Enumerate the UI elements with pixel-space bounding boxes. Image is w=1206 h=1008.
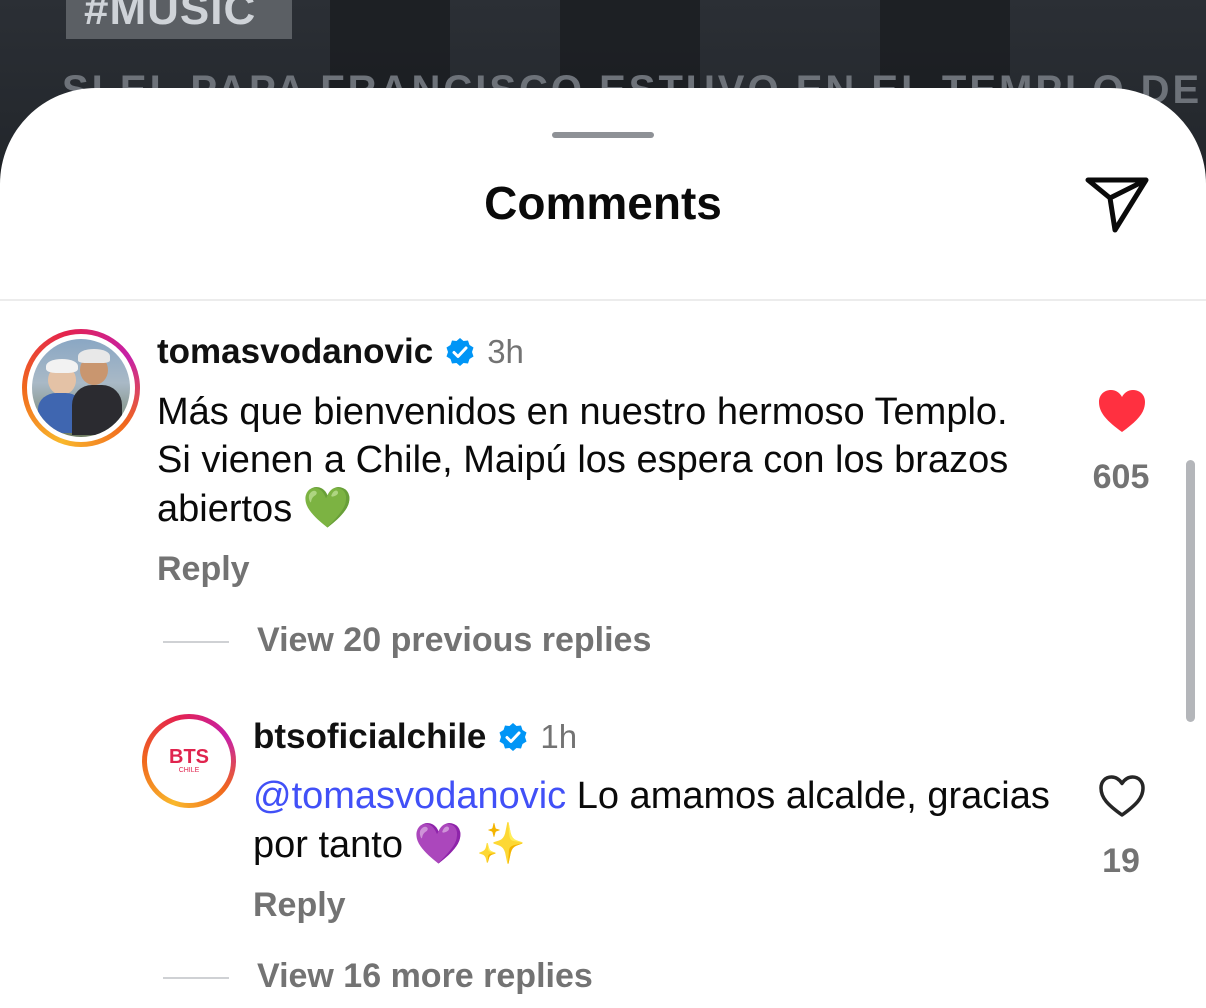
heart-outline-icon[interactable]	[1097, 773, 1147, 819]
reply-button[interactable]: Reply	[253, 886, 346, 925]
verified-badge-icon	[446, 338, 474, 366]
view-more-replies[interactable]: View 16 more replies	[257, 957, 593, 996]
purple-heart-sparkles-emoji: 💜 ✨	[413, 821, 526, 867]
comment-username[interactable]: btsoficialchile 1h	[253, 717, 577, 757]
green-heart-emoji: 💚	[302, 485, 353, 531]
header-divider	[0, 299, 1206, 301]
like-count: 19	[1102, 842, 1140, 880]
avatar	[32, 339, 130, 437]
sheet-title: Comments	[484, 177, 722, 229]
comment-text: Más que bienvenidos en nuestro hermoso T…	[157, 388, 1037, 533]
avatar-logo-text: BTS	[169, 746, 209, 768]
avatar-story-ring[interactable]	[22, 329, 140, 447]
username-text[interactable]: tomasvodanovic	[157, 332, 433, 372]
avatar-story-ring[interactable]: BTS CHILE	[142, 714, 236, 808]
view-previous-replies[interactable]: View 20 previous replies	[257, 621, 651, 660]
avatar-logo-subtext: CHILE	[178, 767, 200, 774]
comment-time: 1h	[540, 718, 578, 755]
scrollbar[interactable]	[1186, 460, 1195, 722]
verified-badge-icon	[499, 723, 527, 751]
comment-text: @tomasvodanovic Lo amamos alcalde, graci…	[253, 772, 1053, 869]
replies-line	[163, 641, 229, 643]
comment-username[interactable]: tomasvodanovic 3h	[157, 332, 524, 372]
hashtag-label: #MUSIC	[66, 0, 292, 39]
mention-link[interactable]: @tomasvodanovic	[253, 775, 566, 817]
heart-filled-icon[interactable]	[1097, 388, 1147, 434]
share-send-icon[interactable]	[1082, 172, 1152, 236]
like-count: 605	[1092, 458, 1150, 496]
comment-time: 3h	[487, 333, 524, 370]
drag-handle[interactable]	[552, 132, 654, 138]
reply-button[interactable]: Reply	[157, 550, 250, 589]
avatar: BTS CHILE	[151, 723, 227, 799]
username-text[interactable]: btsoficialchile	[253, 717, 486, 757]
replies-line	[163, 977, 229, 979]
comments-sheet: Comments tomasvodanovic 3h Más que bienv…	[0, 88, 1206, 1008]
comment-body: Más que bienvenidos en nuestro hermoso T…	[157, 391, 1009, 530]
